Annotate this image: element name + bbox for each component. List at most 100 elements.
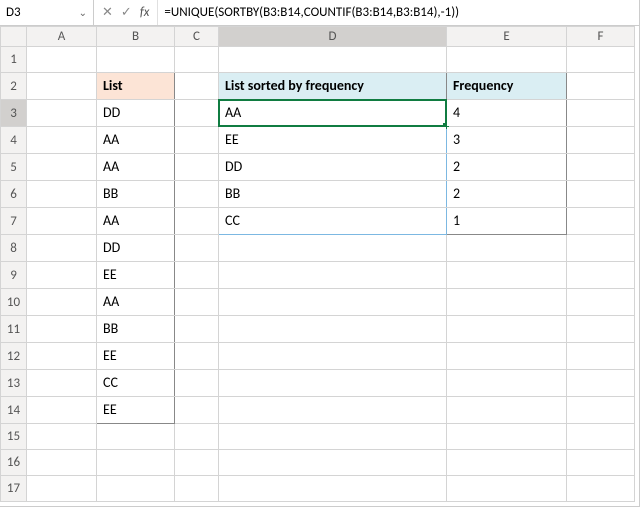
row-header[interactable]: 10 (1, 289, 27, 316)
cell[interactable] (447, 235, 567, 262)
cell[interactable] (567, 181, 635, 208)
row-header[interactable]: 15 (1, 424, 27, 450)
cell[interactable] (567, 73, 635, 100)
cell[interactable]: CC (219, 208, 447, 235)
cell[interactable]: BB (97, 316, 175, 343)
cell[interactable] (219, 343, 447, 370)
cell[interactable] (567, 127, 635, 154)
cell[interactable] (447, 316, 567, 343)
cell[interactable]: EE (97, 262, 175, 289)
cell[interactable]: AA (97, 208, 175, 235)
cell[interactable] (27, 424, 97, 450)
col-header-D[interactable]: D (219, 27, 447, 47)
cell[interactable] (567, 424, 635, 450)
row-header[interactable]: 4 (1, 127, 27, 154)
cell[interactable] (447, 476, 567, 502)
cell[interactable]: 4 (447, 100, 567, 127)
cell[interactable] (175, 208, 219, 235)
cell[interactable] (219, 370, 447, 397)
cell[interactable]: BB (97, 181, 175, 208)
cell[interactable] (567, 476, 635, 502)
cell[interactable] (27, 73, 97, 100)
cell[interactable] (219, 262, 447, 289)
cell[interactable] (567, 208, 635, 235)
cell[interactable] (175, 100, 219, 127)
row-header[interactable]: 14 (1, 397, 27, 424)
cell[interactable] (567, 343, 635, 370)
cell[interactable]: 3 (447, 127, 567, 154)
cell[interactable] (219, 289, 447, 316)
cell[interactable]: 2 (447, 181, 567, 208)
name-box[interactable]: D3 ⌄ (0, 0, 94, 25)
cell[interactable] (27, 397, 97, 424)
cell[interactable] (175, 370, 219, 397)
row-header[interactable]: 6 (1, 181, 27, 208)
cell[interactable] (97, 47, 175, 73)
cell[interactable] (27, 127, 97, 154)
freq-header-cell[interactable]: Frequency (447, 73, 567, 100)
cell[interactable] (27, 235, 97, 262)
cell[interactable] (175, 127, 219, 154)
cell[interactable] (175, 343, 219, 370)
cell[interactable] (175, 424, 219, 450)
cell[interactable] (219, 450, 447, 476)
cell[interactable]: 2 (447, 154, 567, 181)
col-header-E[interactable]: E (447, 27, 567, 47)
cell[interactable] (27, 100, 97, 127)
cell[interactable] (567, 370, 635, 397)
cell[interactable] (447, 343, 567, 370)
cell[interactable] (97, 424, 175, 450)
cell[interactable] (447, 47, 567, 73)
cell[interactable] (567, 154, 635, 181)
row-header[interactable]: 13 (1, 370, 27, 397)
row-header[interactable]: 12 (1, 343, 27, 370)
chevron-down-icon[interactable]: ⌄ (75, 6, 87, 19)
cell[interactable] (219, 397, 447, 424)
cell[interactable] (447, 450, 567, 476)
cell[interactable]: EE (219, 127, 447, 154)
cell[interactable] (447, 370, 567, 397)
cell[interactable] (447, 262, 567, 289)
cell[interactable] (447, 397, 567, 424)
cell[interactable] (27, 289, 97, 316)
row-header[interactable]: 2 (1, 73, 27, 100)
cell[interactable] (97, 450, 175, 476)
cell[interactable] (175, 154, 219, 181)
row-header[interactable]: 17 (1, 476, 27, 502)
cell[interactable] (27, 154, 97, 181)
formula-input[interactable]: =UNIQUE(SORTBY(B3:B14,COUNTIF(B3:B14,B3:… (158, 0, 639, 25)
cell[interactable] (175, 262, 219, 289)
cell[interactable] (175, 181, 219, 208)
cell[interactable]: EE (97, 343, 175, 370)
list-header-cell[interactable]: List (97, 73, 175, 100)
cell[interactable] (175, 47, 219, 73)
cell[interactable]: CC (97, 370, 175, 397)
cell[interactable]: AA (97, 154, 175, 181)
cell-active[interactable]: AA (219, 100, 447, 127)
cell[interactable] (567, 100, 635, 127)
cell[interactable]: DD (219, 154, 447, 181)
cell[interactable] (97, 476, 175, 502)
cell[interactable] (567, 316, 635, 343)
row-header[interactable]: 1 (1, 47, 27, 73)
row-header[interactable]: 8 (1, 235, 27, 262)
cell[interactable] (27, 343, 97, 370)
sorted-header-cell[interactable]: List sorted by frequency (219, 73, 447, 100)
cell[interactable] (27, 476, 97, 502)
cell[interactable] (27, 370, 97, 397)
cell[interactable] (567, 289, 635, 316)
cell[interactable] (567, 47, 635, 73)
cell[interactable]: AA (97, 289, 175, 316)
col-header-B[interactable]: B (97, 27, 175, 47)
cell[interactable] (175, 316, 219, 343)
fx-icon[interactable]: fx (140, 5, 150, 20)
cell[interactable]: AA (97, 127, 175, 154)
cell[interactable] (175, 73, 219, 100)
cell[interactable] (27, 47, 97, 73)
col-header-C[interactable]: C (175, 27, 219, 47)
cell[interactable] (567, 262, 635, 289)
select-all-corner[interactable] (1, 27, 27, 47)
cell[interactable] (567, 397, 635, 424)
cell[interactable] (447, 424, 567, 450)
col-header-A[interactable]: A (27, 27, 97, 47)
